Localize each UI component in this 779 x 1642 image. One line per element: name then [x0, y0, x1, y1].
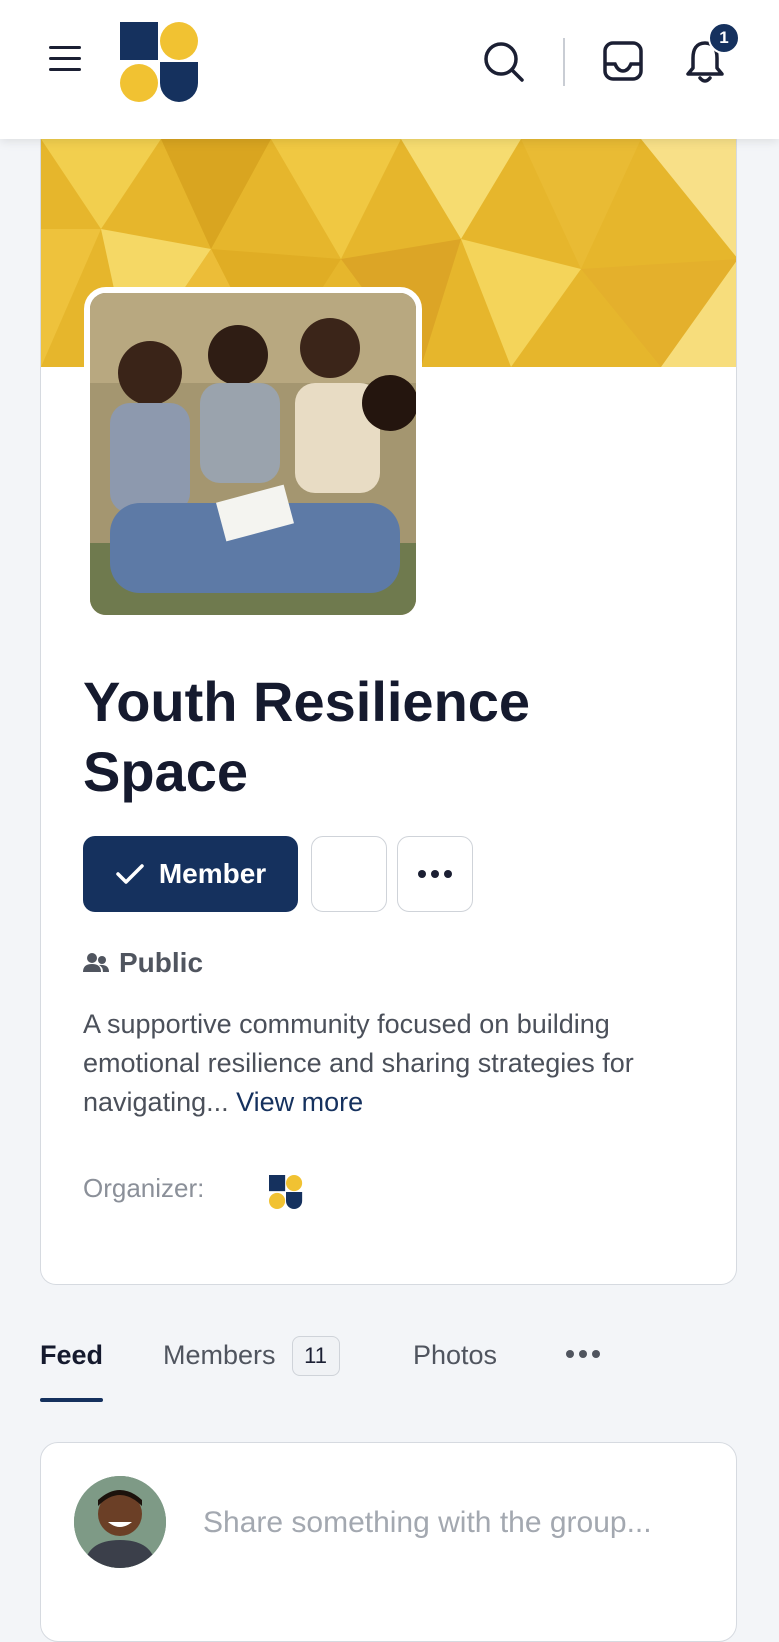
- brand-logo[interactable]: [120, 22, 200, 102]
- more-options-button[interactable]: [397, 836, 473, 912]
- tab-members[interactable]: Members 11: [163, 1336, 340, 1402]
- search-icon[interactable]: [482, 40, 526, 84]
- tab-photos-label: Photos: [413, 1340, 498, 1370]
- header-divider: [563, 38, 565, 86]
- group-action-button[interactable]: [311, 836, 387, 912]
- member-button-label: Member: [158, 858, 267, 889]
- post-composer: [40, 1442, 737, 1642]
- tab-photos[interactable]: Photos: [413, 1340, 497, 1402]
- privacy-label: Public: [119, 947, 204, 978]
- notification-count-badge: 1: [708, 22, 740, 54]
- group-photo[interactable]: [84, 287, 422, 621]
- tabs-more-button[interactable]: [566, 1350, 600, 1358]
- group-tabs: Feed Members 11 Photos: [40, 1336, 737, 1404]
- view-more-link[interactable]: View more: [236, 1087, 363, 1117]
- member-button[interactable]: Member: [83, 836, 298, 912]
- notifications-button[interactable]: 1: [684, 22, 740, 84]
- user-avatar[interactable]: [74, 1476, 166, 1568]
- composer-input[interactable]: [201, 1497, 705, 1549]
- more-dots-icon: [418, 870, 452, 878]
- top-navigation-bar: 1: [0, 0, 779, 139]
- group-title: Youth Resilience Space: [83, 670, 531, 803]
- group-header-card: Youth Resilience Space Member Public A s…: [40, 139, 737, 1285]
- tab-feed[interactable]: Feed: [40, 1340, 104, 1402]
- more-dots-icon: [566, 1350, 600, 1358]
- group-description: A supportive community focused on buildi…: [83, 1005, 693, 1122]
- members-count-badge: 11: [291, 1336, 340, 1376]
- people-icon: [83, 953, 109, 972]
- hamburger-menu-icon[interactable]: [44, 42, 84, 78]
- organizer-label: Organizer:: [83, 1173, 205, 1203]
- privacy-indicator: Public: [83, 947, 203, 979]
- tab-members-label: Members: [163, 1340, 276, 1370]
- organizer-avatar[interactable]: [269, 1175, 303, 1209]
- checkmark-icon: [116, 864, 144, 884]
- tab-feed-label: Feed: [40, 1340, 104, 1370]
- inbox-tray-icon[interactable]: [602, 40, 644, 82]
